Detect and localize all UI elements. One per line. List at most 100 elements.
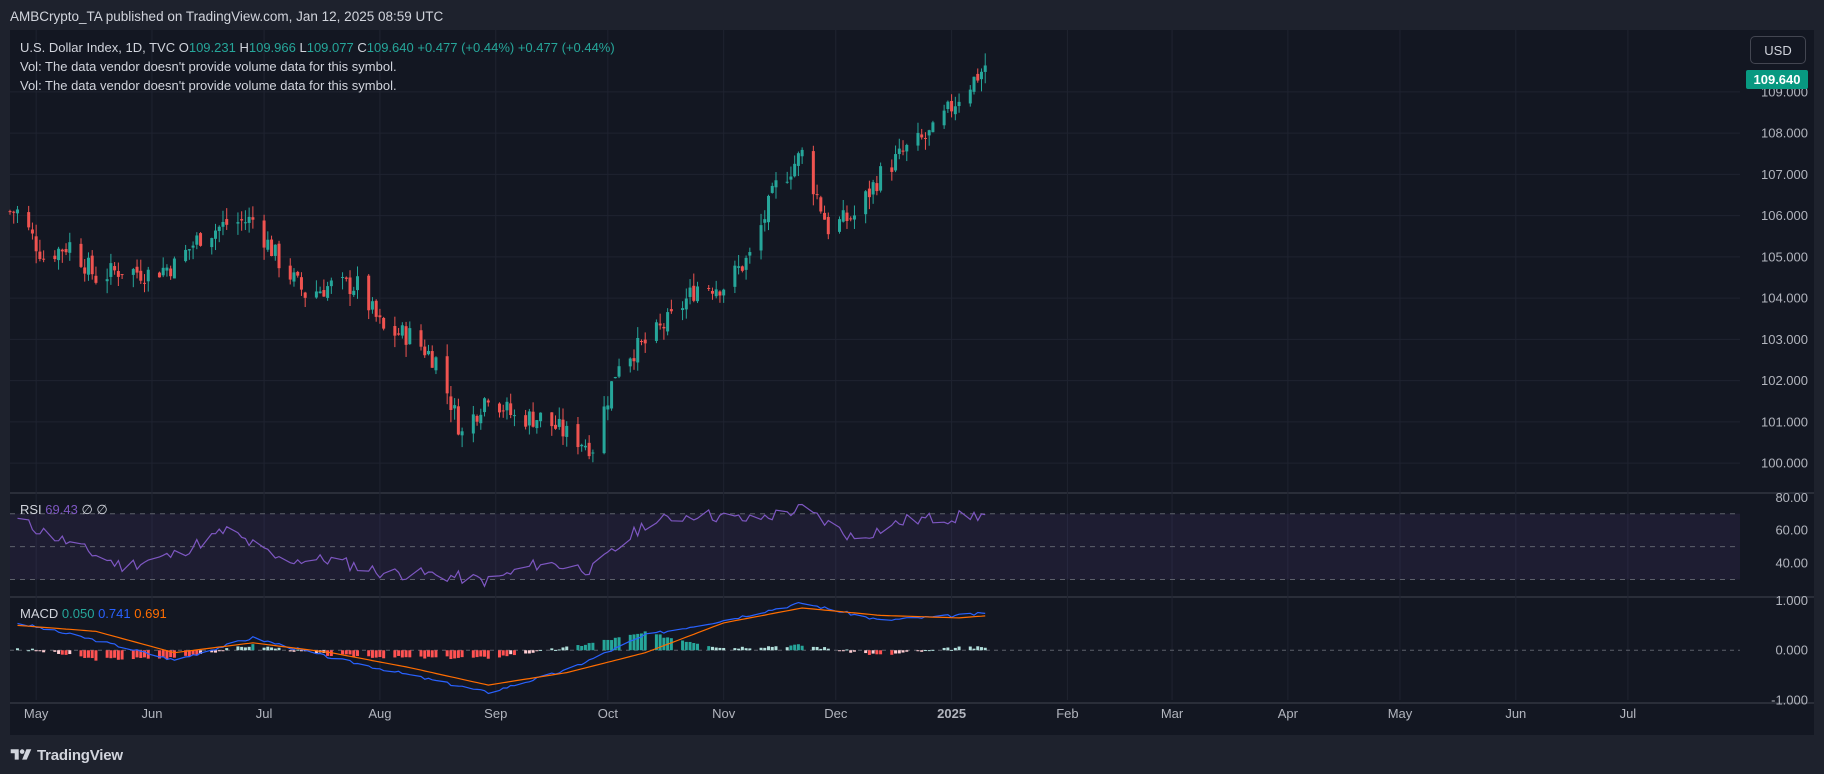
candle-body bbox=[30, 229, 34, 234]
macd-hist-value: 0.050 bbox=[61, 606, 95, 621]
candle-body bbox=[68, 242, 72, 253]
macd-histogram-bar bbox=[905, 650, 909, 652]
rsi-extra: ∅ ∅ bbox=[81, 502, 108, 517]
candle-body bbox=[770, 185, 774, 193]
macd-histogram-bar bbox=[767, 646, 771, 651]
macd-histogram-bar bbox=[382, 650, 386, 659]
macd-histogram-bar bbox=[251, 644, 255, 651]
macd-histogram-bar bbox=[744, 648, 748, 651]
candle-body bbox=[453, 405, 457, 409]
candle-body bbox=[370, 301, 374, 310]
macd-histogram-bar bbox=[419, 650, 423, 657]
volume-note-2: Vol: The data vendor doesn't provide vol… bbox=[20, 78, 397, 93]
currency-button[interactable]: USD bbox=[1750, 36, 1806, 64]
macd-histogram-bar bbox=[557, 649, 561, 651]
candle-body bbox=[341, 276, 345, 278]
candle-body bbox=[348, 277, 352, 295]
candle-body bbox=[976, 73, 980, 81]
macd-histogram-bar bbox=[505, 650, 509, 657]
tradingview-snapshot: AMBCrypto_TA published on TradingView.co… bbox=[0, 0, 1824, 774]
candle-body bbox=[288, 265, 292, 280]
ohlc-row: U.S. Dollar Index, 1D, TVC O109.231 H109… bbox=[20, 38, 615, 57]
candle-body bbox=[314, 291, 318, 298]
candle-body bbox=[243, 222, 247, 224]
rsi-label: RSI bbox=[20, 502, 42, 517]
close-label: C bbox=[357, 40, 367, 55]
x-tick-label: Aug bbox=[368, 706, 391, 721]
macd-histogram-bar bbox=[890, 650, 894, 655]
macd-histogram-bar bbox=[875, 650, 879, 655]
x-tick-label: Apr bbox=[1278, 706, 1299, 721]
axes: May Jun Jul Aug Sep Oct Nov Dec 2025 Feb Mar Apr May… bbox=[24, 84, 1808, 721]
rsi-band bbox=[10, 513, 1740, 581]
candle-body bbox=[456, 406, 460, 435]
candle-body bbox=[950, 100, 954, 112]
macd-histogram-bar bbox=[497, 650, 501, 658]
candle-body bbox=[658, 323, 662, 326]
candle-body bbox=[53, 255, 57, 260]
candle-body bbox=[722, 289, 726, 296]
macd-histogram-bar bbox=[352, 650, 356, 657]
macd-histogram-bar bbox=[512, 650, 516, 656]
candle-body bbox=[57, 248, 61, 261]
symbol-name: U.S. Dollar Index, 1D, TVC bbox=[20, 40, 176, 55]
candle-body bbox=[90, 255, 94, 275]
candle-body bbox=[606, 405, 610, 410]
candle-body bbox=[367, 275, 371, 311]
candle-body bbox=[539, 412, 543, 422]
candle-body bbox=[636, 338, 640, 363]
candle-body bbox=[318, 291, 322, 294]
candle-body bbox=[565, 425, 569, 437]
candle-body bbox=[983, 65, 987, 72]
macd-histogram-bar bbox=[793, 644, 797, 651]
candle-body bbox=[942, 110, 946, 126]
macd-histogram-bar bbox=[819, 648, 823, 651]
macd-histogram-bar bbox=[393, 650, 397, 658]
candle-body bbox=[852, 215, 856, 220]
grid-lines bbox=[10, 30, 1814, 704]
high-value: 109.966 bbox=[248, 40, 296, 55]
candle-body bbox=[221, 221, 225, 227]
candle-body bbox=[94, 275, 98, 283]
candle-body bbox=[247, 216, 251, 223]
candle-body bbox=[460, 431, 464, 436]
macd-histogram-bar bbox=[602, 639, 606, 651]
macd-histogram-bar bbox=[404, 650, 408, 658]
macd-histogram-bar bbox=[871, 650, 875, 654]
macd-histogram-bar bbox=[38, 650, 42, 652]
macd-histogram-bar bbox=[684, 641, 688, 651]
macd-histogram-bar bbox=[576, 645, 580, 651]
macd-histogram-bar bbox=[397, 650, 401, 656]
candle-body bbox=[800, 149, 804, 157]
candle-body bbox=[326, 286, 330, 298]
candle-body bbox=[864, 191, 868, 215]
candle-body bbox=[165, 267, 169, 271]
candle-body bbox=[83, 267, 87, 274]
macd-histogram-bar bbox=[326, 650, 330, 656]
macd-histogram-bar bbox=[400, 650, 404, 658]
candle-body bbox=[819, 197, 823, 212]
macd-histogram-bar bbox=[748, 648, 752, 651]
macd-histogram-bar bbox=[225, 648, 229, 651]
candle-body bbox=[879, 166, 883, 191]
macd-histogram-bar bbox=[923, 650, 927, 652]
macd-histogram-bar bbox=[617, 637, 621, 651]
x-tick-label: Jun bbox=[142, 706, 163, 721]
macd-histogram-bar bbox=[120, 650, 124, 660]
macd-histogram-bar bbox=[681, 640, 685, 651]
price-tick-label: 102.000 bbox=[1761, 373, 1808, 388]
macd-histogram-bar bbox=[341, 650, 345, 655]
low-label: L bbox=[299, 40, 307, 55]
candle-body bbox=[344, 277, 348, 279]
candle-body bbox=[905, 144, 909, 152]
candle-body bbox=[266, 239, 270, 250]
candle-body bbox=[979, 71, 983, 80]
candle-body bbox=[486, 400, 490, 403]
macd-histogram-bar bbox=[221, 650, 225, 652]
macd-histogram-bar bbox=[445, 650, 449, 657]
macd-histogram-bar bbox=[535, 650, 539, 652]
x-tick-label: Sep bbox=[484, 706, 507, 721]
macd-histogram-bar bbox=[486, 650, 490, 659]
candle-body bbox=[923, 137, 927, 139]
chart-canvas[interactable]: May Jun Jul Aug Sep Oct Nov Dec 2025 Feb Mar Apr May… bbox=[0, 0, 1824, 774]
